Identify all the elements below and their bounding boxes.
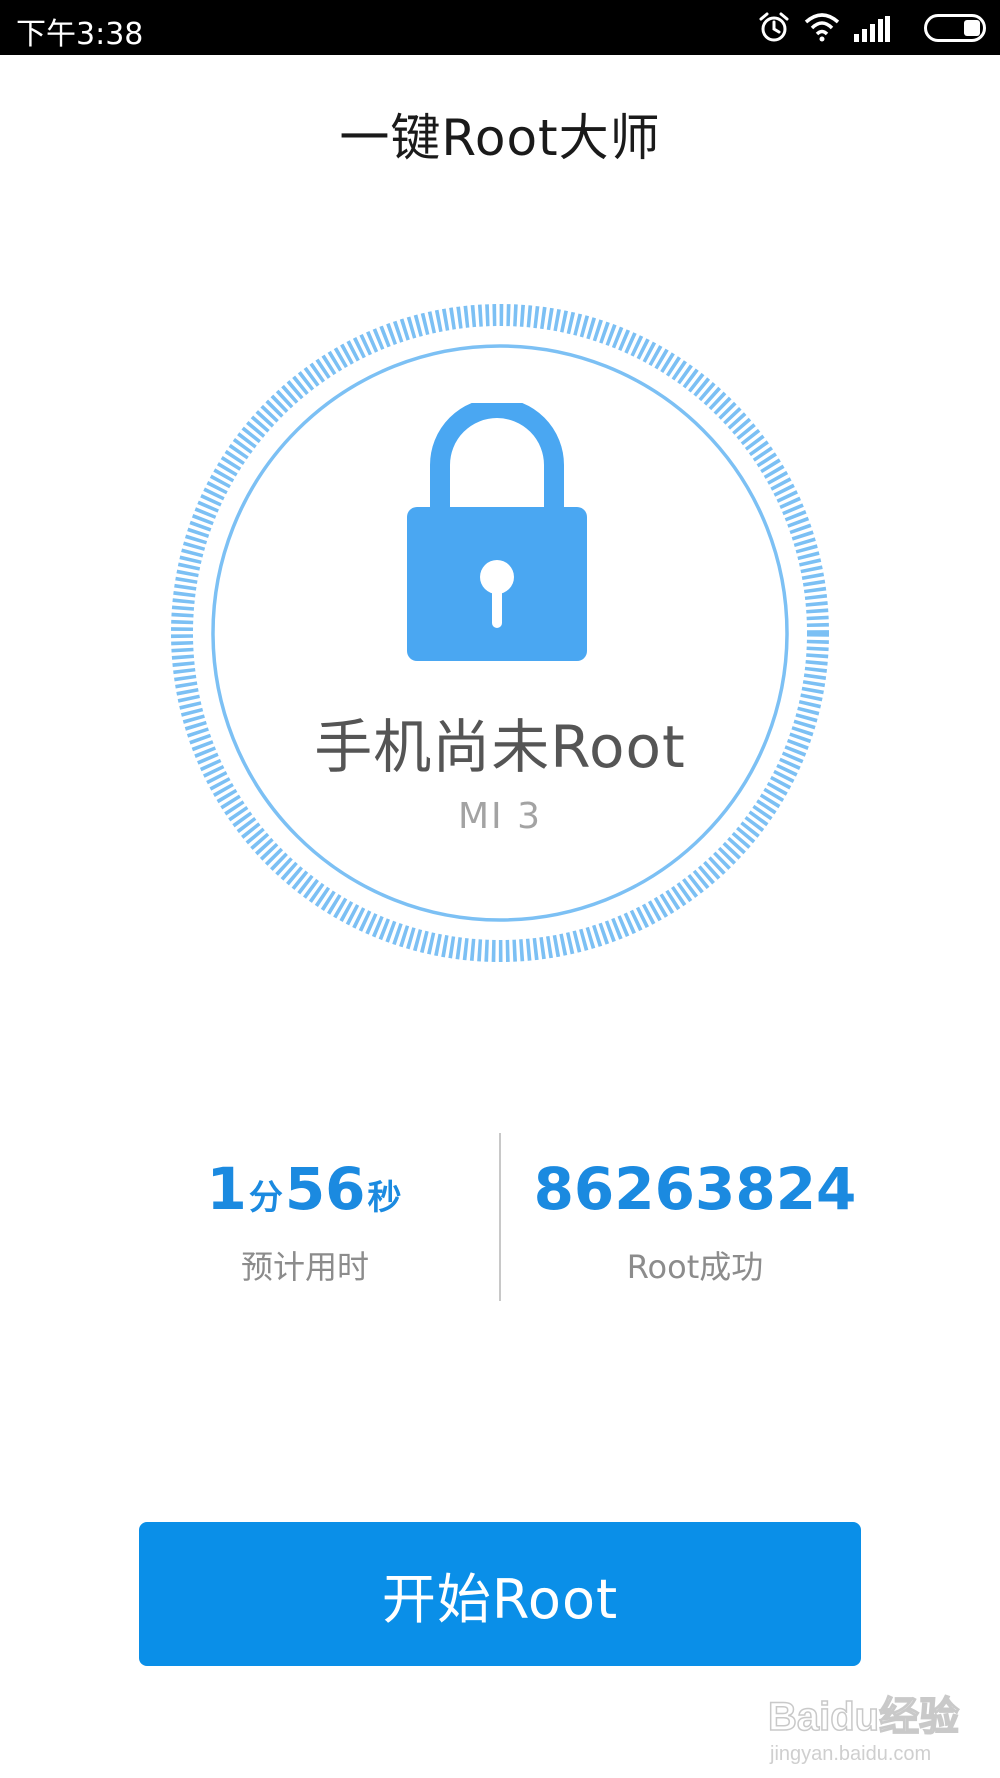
- estimated-time-value: 1分56秒: [150, 1155, 460, 1223]
- minutes-unit: 分: [248, 1178, 283, 1218]
- stats-divider: [499, 1133, 501, 1301]
- estimated-time-label: 预计用时: [240, 1248, 369, 1286]
- wifi-icon: [804, 13, 840, 42]
- seconds-unit: 秒: [367, 1178, 402, 1218]
- app-title: 一键Root大师: [339, 109, 661, 167]
- battery-icon: [924, 14, 986, 42]
- device-model: MI 3: [457, 796, 543, 837]
- root-success-count: 86263824: [533, 1155, 857, 1223]
- estimated-minutes: 1: [206, 1155, 247, 1223]
- start-root-button[interactable]: 开始Root: [139, 1522, 861, 1666]
- root-success-label: Root成功: [626, 1248, 764, 1286]
- lock-icon: [407, 403, 587, 661]
- signal-icon: [854, 16, 890, 42]
- watermark-url: jingyan.baidu.com: [769, 1743, 931, 1765]
- root-success-value: 86263824: [520, 1155, 870, 1223]
- baidu-jingyan-watermark: Baidu经验 jingyan.baidu.com: [767, 1694, 960, 1765]
- status-time: 下午3:38: [16, 17, 144, 52]
- watermark-brand: Baidu经验: [768, 1695, 959, 1739]
- root-status-text: 手机尚未Root: [314, 713, 686, 781]
- alarm-icon: [759, 12, 789, 42]
- status-bar: 下午3:38: [0, 0, 1000, 55]
- estimated-seconds: 56: [284, 1155, 366, 1223]
